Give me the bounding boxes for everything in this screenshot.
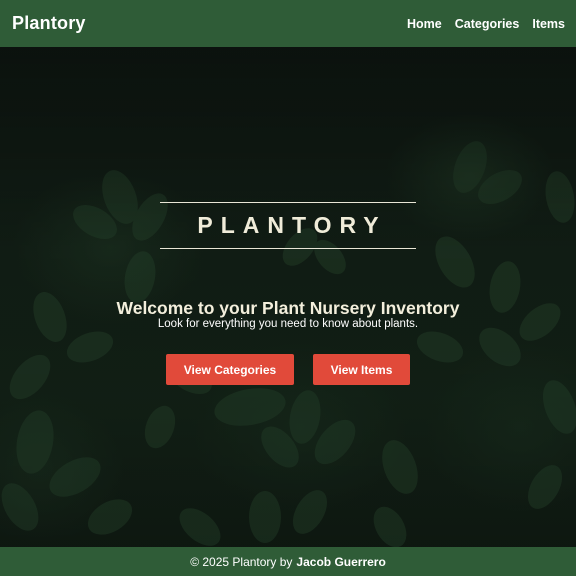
view-categories-button[interactable]: View Categories — [166, 354, 294, 385]
nav-link-home[interactable]: Home — [407, 17, 442, 31]
hero-tagline: Look for everything you need to know abo… — [157, 318, 419, 330]
welcome-heading: Welcome to your Plant Nursery Inventory — [116, 298, 460, 318]
hero-title: PLANTORY — [197, 212, 387, 238]
footer-author: Jacob Guerrero — [296, 554, 386, 569]
page-footer: © 2025 Plantory by Jacob Guerrero — [0, 547, 576, 576]
page: Plantory Home Categories Items PLANTORY … — [0, 0, 576, 576]
hero-overlay — [0, 47, 576, 547]
brand-logo-text[interactable]: Plantory — [12, 13, 86, 34]
hero-title-frame: PLANTORY — [160, 202, 416, 249]
nav-link-items[interactable]: Items — [532, 17, 565, 31]
top-navbar: Plantory Home Categories Items — [0, 0, 576, 47]
nav-link-categories[interactable]: Categories — [455, 17, 520, 31]
footer-copyright: © 2025 Plantory by — [190, 554, 293, 569]
view-items-button[interactable]: View Items — [313, 354, 410, 385]
main-nav: Home Categories Items — [407, 17, 565, 31]
hero-section — [0, 47, 576, 547]
